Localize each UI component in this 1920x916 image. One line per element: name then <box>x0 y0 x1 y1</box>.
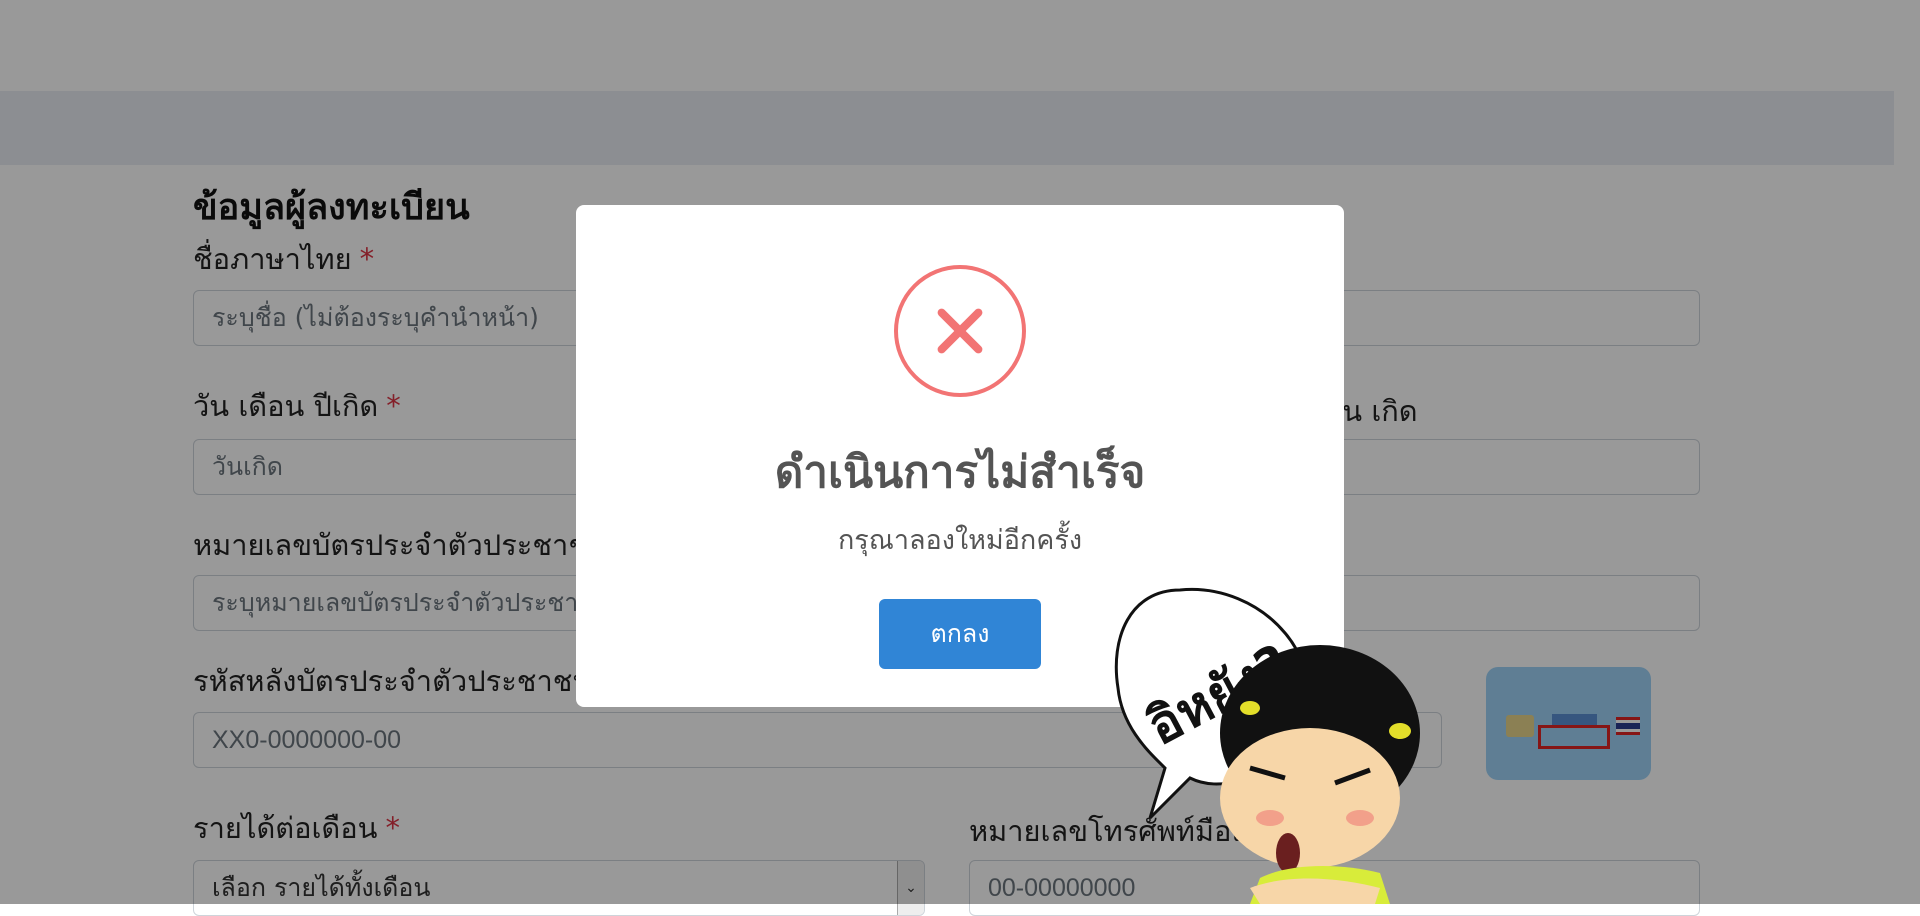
error-x-icon <box>894 265 1026 397</box>
hair-clip-left <box>1240 701 1260 715</box>
dialog-title: ดำเนินการไม่สำเร็จ <box>774 447 1146 498</box>
mouth <box>1276 833 1300 873</box>
face <box>1220 728 1400 868</box>
ok-button[interactable]: ตกลง <box>879 599 1041 669</box>
hair-clip-right <box>1389 723 1411 739</box>
cheek-right <box>1346 810 1374 826</box>
cheek-left <box>1256 810 1284 826</box>
dialog-message: กรุณาลองใหม่อีกครั้ง <box>837 525 1083 556</box>
cartoon-sticker: อิหยัง? <box>1114 587 1420 904</box>
